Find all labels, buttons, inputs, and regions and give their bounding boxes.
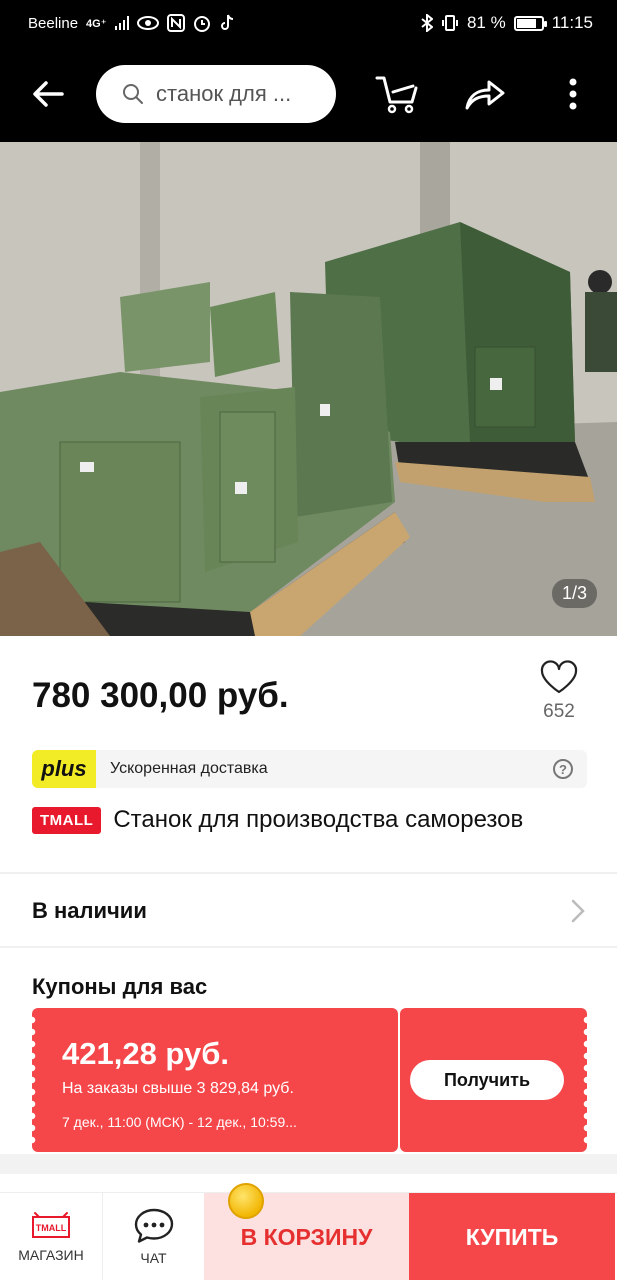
availability-row[interactable]: В наличии bbox=[0, 876, 617, 946]
carrier-name: Beeline bbox=[28, 14, 79, 32]
product-photo bbox=[0, 142, 617, 636]
battery-percent: 81 % bbox=[466, 13, 506, 32]
buy-now-label: КУПИТЬ bbox=[465, 1223, 559, 1250]
more-menu-button[interactable] bbox=[529, 46, 617, 142]
bluetooth-icon bbox=[421, 14, 433, 32]
coupons-title: Купоны для вас bbox=[32, 974, 208, 999]
status-bar: Beeline 4G⁺ 81 % 11:15 bbox=[0, 0, 617, 46]
coupon-amount: 421,28 руб. bbox=[62, 1036, 229, 1071]
tmall-store-icon-text: TMALL bbox=[36, 1223, 67, 1233]
add-to-cart-button[interactable]: В КОРЗИНУ bbox=[204, 1183, 409, 1280]
cart-button[interactable] bbox=[353, 46, 441, 142]
tiktok-icon bbox=[220, 14, 233, 30]
chevron-right-icon bbox=[571, 899, 585, 923]
coupon-edge bbox=[32, 1014, 40, 1146]
coupon-edge bbox=[579, 1014, 587, 1146]
top-bar: станок для ... bbox=[0, 46, 617, 142]
nfc-icon bbox=[166, 14, 185, 32]
favorite-button[interactable]: 652 bbox=[525, 660, 593, 723]
get-coupon-button[interactable]: Получить bbox=[410, 1060, 564, 1100]
availability-label: В наличии bbox=[32, 898, 147, 923]
arrow-left-icon bbox=[33, 81, 64, 107]
share-icon bbox=[465, 80, 505, 110]
price-section: 780 300,00 руб. 652 bbox=[0, 636, 617, 748]
bottom-action-bar: TMALL МАГАЗИН ЧАТ В КОРЗИНУ КУПИТЬ bbox=[0, 1183, 617, 1280]
plus-delivery-row[interactable]: plus Ускоренная доставка ? bbox=[32, 750, 587, 788]
chat-label: ЧАТ bbox=[140, 1250, 167, 1266]
add-to-cart-label: В КОРЗИНУ bbox=[240, 1223, 373, 1250]
search-field[interactable]: станок для ... bbox=[96, 65, 336, 123]
section-separator bbox=[0, 1154, 617, 1174]
signal-icon bbox=[114, 16, 129, 30]
product-title-row: TMALL Станок для производства саморезов bbox=[32, 806, 523, 834]
coin-icon bbox=[228, 1183, 264, 1219]
coupon-dates: 7 дек., 11:00 (МСК) - 12 дек., 10:59... bbox=[62, 1114, 297, 1130]
coupon-card: 421,28 руб. На заказы свыше 3 829,84 руб… bbox=[32, 1008, 587, 1152]
alarm-icon bbox=[193, 16, 210, 32]
back-button[interactable] bbox=[0, 46, 96, 142]
gallery-counter: 1/3 bbox=[551, 579, 597, 608]
coupon-action: Получить bbox=[400, 1008, 587, 1152]
buy-now-button[interactable]: КУПИТЬ bbox=[409, 1193, 615, 1280]
vibrate-icon bbox=[441, 15, 458, 31]
clock: 11:15 bbox=[551, 13, 593, 32]
help-icon[interactable]: ? bbox=[553, 759, 573, 779]
more-vertical-icon bbox=[569, 78, 577, 110]
store-label: МАГАЗИН bbox=[18, 1247, 84, 1263]
battery-icon bbox=[513, 15, 547, 31]
coupon-condition: На заказы свыше 3 829,84 руб. bbox=[62, 1080, 294, 1097]
chat-button[interactable]: ЧАТ bbox=[102, 1193, 204, 1280]
divider bbox=[0, 872, 617, 874]
heart-icon bbox=[540, 660, 578, 694]
search-icon bbox=[123, 84, 143, 104]
tmall-store-icon: TMALL bbox=[32, 1212, 70, 1238]
share-button[interactable] bbox=[441, 46, 529, 142]
cart-icon bbox=[375, 76, 418, 114]
divider bbox=[0, 946, 617, 948]
chat-icon bbox=[134, 1208, 173, 1243]
search-text: станок для ... bbox=[156, 81, 292, 106]
coupon-details: 421,28 руб. На заказы свыше 3 829,84 руб… bbox=[32, 1008, 398, 1152]
tmall-badge: TMALL bbox=[32, 806, 102, 834]
product-image-gallery[interactable]: 1/3 bbox=[0, 142, 617, 636]
eye-icon bbox=[136, 16, 159, 30]
plus-badge: plus bbox=[32, 750, 96, 788]
network-indicator: 4G⁺ bbox=[86, 17, 107, 30]
store-button[interactable]: TMALL МАГАЗИН bbox=[0, 1193, 102, 1280]
favorites-count: 652 bbox=[543, 701, 575, 722]
delivery-text: Ускоренная доставка bbox=[110, 760, 268, 777]
product-title: Станок для производства саморезов bbox=[113, 806, 524, 833]
product-price: 780 300,00 руб. bbox=[32, 676, 289, 715]
